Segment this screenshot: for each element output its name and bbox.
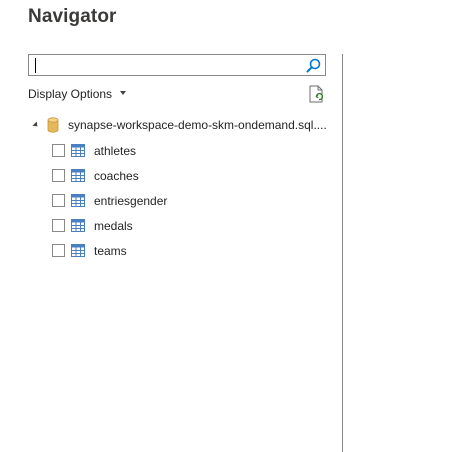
tree-root-node[interactable]: synapse-workspace-demo-skm-ondemand.sql.… [32,115,327,135]
table-icon [71,169,85,182]
list-item-coaches[interactable]: coaches [52,165,167,190]
table-icon [71,244,85,257]
page-title: Navigator [28,6,117,27]
expand-arrow-icon[interactable] [32,121,40,129]
display-options-dropdown[interactable]: Display Options [28,87,127,101]
checkbox[interactable] [52,144,65,157]
list-item-teams[interactable]: teams [52,240,167,265]
table-icon [71,144,85,157]
table-icon [71,194,85,207]
pane-divider[interactable] [342,54,343,452]
list-item-label: teams [94,243,127,258]
checkbox[interactable] [52,219,65,232]
list-item-label: entriesgender [94,193,168,208]
search-icon[interactable] [305,57,322,74]
list-item-label: medals [94,218,133,233]
checkbox[interactable] [52,194,65,207]
list-item-label: athletes [94,143,137,158]
list-item-medals[interactable]: medals [52,215,167,240]
checkbox[interactable] [52,244,65,257]
refresh-icon[interactable] [308,85,326,104]
chevron-down-icon [120,90,127,95]
navigator-dialog: Navigator Display Options synapse-worksp… [0,0,453,452]
search-input[interactable] [30,56,304,74]
checkbox[interactable] [52,169,65,182]
tree-root-label: synapse-workspace-demo-skm-ondemand.sql.… [68,118,327,132]
database-icon [47,117,59,133]
text-cursor [35,58,36,73]
table-list: athletes coaches entriesgender medals te… [52,140,167,265]
display-options-label: Display Options [28,87,113,101]
list-item-athletes[interactable]: athletes [52,140,167,165]
list-item-entriesgender[interactable]: entriesgender [52,190,167,215]
search-box[interactable] [28,54,326,76]
table-icon [71,219,85,232]
list-item-label: coaches [94,168,139,183]
